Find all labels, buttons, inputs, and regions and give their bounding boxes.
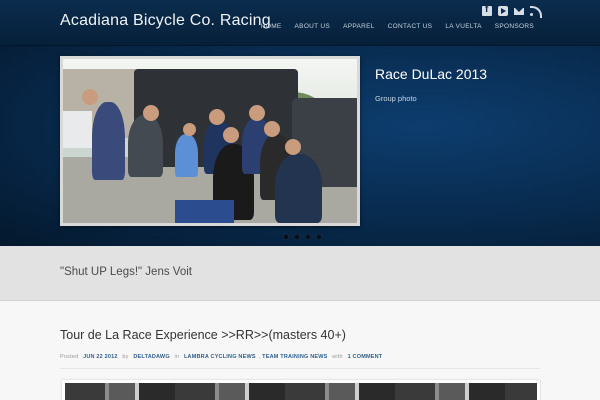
slider-dot[interactable] <box>316 234 322 240</box>
post-meta: Posted JUN 22 2012 by DELTADAWG in LAMBR… <box>60 354 385 360</box>
photo-person-head <box>143 105 159 121</box>
slide-caption: Group photo <box>375 94 417 103</box>
featured-slider: Race DuLac 2013 Group photo <box>0 46 600 246</box>
post-featured-image[interactable] <box>62 380 540 400</box>
divider <box>60 368 540 369</box>
facebook-icon[interactable] <box>482 4 492 16</box>
slider-dot[interactable] <box>305 234 311 240</box>
site-title[interactable]: Acadiana Bicycle Co. Racing <box>60 12 271 30</box>
nav-item-apparel[interactable]: APPAREL <box>343 23 375 30</box>
nav-item-about-us[interactable]: ABOUT US <box>295 23 331 30</box>
nav-item-contact-us[interactable]: CONTACT US <box>388 23 433 30</box>
post-category-link[interactable]: LAMBRA CYCLING NEWS <box>184 354 256 360</box>
photo-person-head <box>285 139 301 155</box>
photo-person <box>127 114 163 178</box>
photo-person-head <box>183 123 196 136</box>
photo-person-head <box>82 89 98 105</box>
slide-title[interactable]: Race DuLac 2013 <box>375 66 487 82</box>
slide-photo-frame[interactable] <box>60 56 360 226</box>
youtube-icon[interactable] <box>498 6 508 16</box>
nav-item-la-vuelta[interactable]: LA VUELTA <box>445 23 481 30</box>
photo-person-head <box>209 109 225 125</box>
nav-item-home[interactable]: HOME <box>261 23 282 30</box>
photo-white-car <box>63 111 93 148</box>
site-header: Acadiana Bicycle Co. Racing HOME ABOUT U… <box>0 0 600 46</box>
with-label: with <box>332 354 343 360</box>
posted-label: Posted <box>60 354 79 360</box>
photo-person <box>92 101 125 181</box>
post-comments-link[interactable]: 1 COMMENT <box>348 354 383 360</box>
photo-person-head <box>249 105 265 121</box>
main-nav: HOME ABOUT US APPAREL CONTACT US LA VUEL… <box>261 23 534 30</box>
main-content: Tour de La Race Experience >>RR>>(master… <box>0 302 600 400</box>
social-links <box>482 4 542 18</box>
slider-dot[interactable] <box>294 234 300 240</box>
photo-person-head <box>264 121 280 137</box>
post-category-link[interactable]: TEAM TRAINING NEWS <box>262 354 327 360</box>
tagline-quote: "Shut UP Legs!" Jens Voit <box>60 266 192 278</box>
slider-dot[interactable] <box>283 234 289 240</box>
post-author-link[interactable]: DELTADAWG <box>133 354 169 360</box>
slider-pagination <box>283 234 322 240</box>
nav-item-sponsors[interactable]: SPONSORS <box>495 23 534 30</box>
photo-blue-bag <box>174 200 234 223</box>
photo-person <box>174 134 199 178</box>
quote-band: "Shut UP Legs!" Jens Voit <box>0 246 600 301</box>
rss-icon[interactable] <box>530 6 542 18</box>
mail-icon[interactable] <box>514 8 524 15</box>
photo-person <box>274 154 322 223</box>
by-label: by <box>122 354 129 360</box>
in-label: in <box>174 354 180 360</box>
post-title[interactable]: Tour de La Race Experience >>RR>>(master… <box>60 328 346 342</box>
photo-person-head <box>223 127 239 143</box>
group-photo <box>63 59 357 223</box>
post-date-link[interactable]: JUN 22 2012 <box>83 354 118 360</box>
